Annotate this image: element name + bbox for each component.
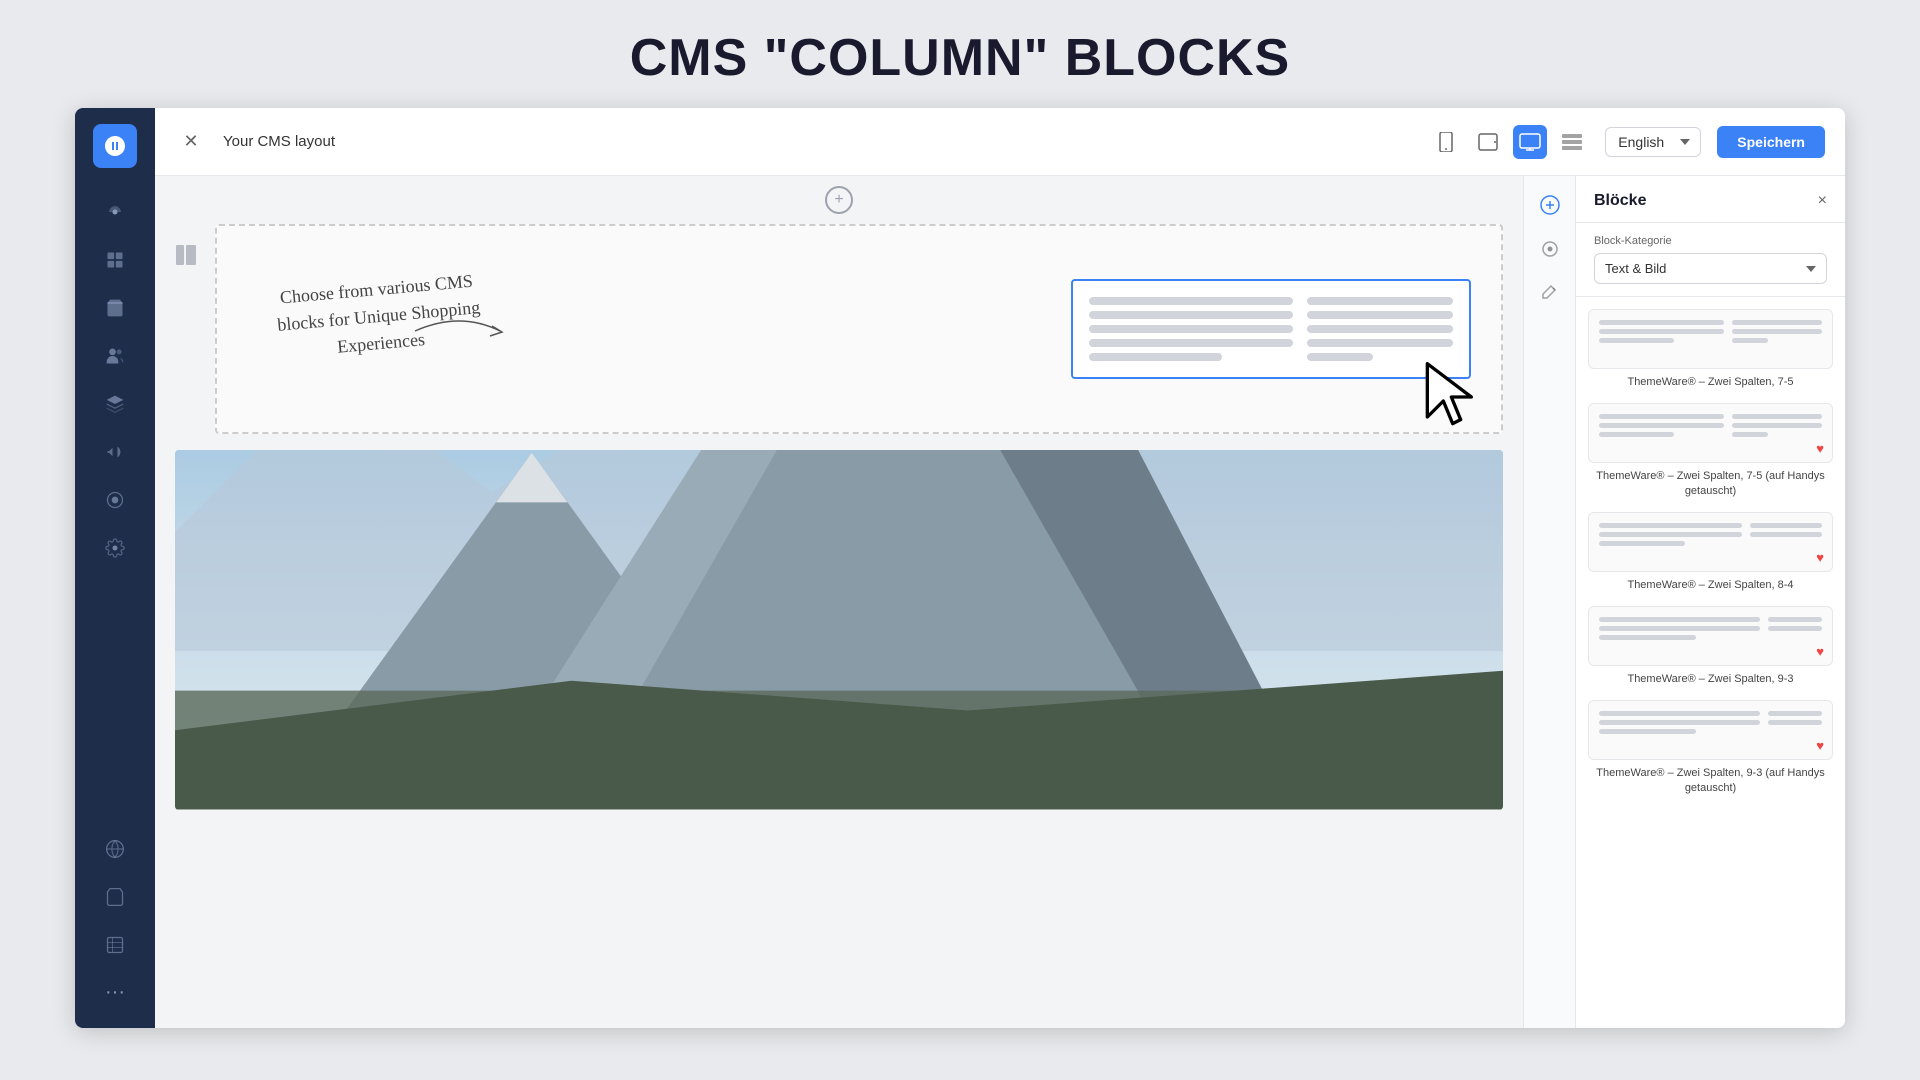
block-label: ThemeWare® – Zwei Spalten, 8-4 — [1588, 578, 1833, 592]
save-button[interactable]: Speichern — [1717, 126, 1825, 158]
panel-icons-strip — [1523, 176, 1575, 1028]
block-preview[interactable]: ♥ — [1588, 606, 1833, 666]
block-preview[interactable]: ♥ — [1588, 403, 1833, 463]
blocks-panel: Blöcke × Block-Kategorie Text & Bild Tex… — [1575, 176, 1845, 1028]
settings-icon[interactable] — [95, 528, 135, 568]
block-col-3 — [1768, 617, 1822, 640]
preview-line — [1307, 311, 1453, 319]
editor-body: + Choose from var — [155, 176, 1845, 1028]
block-col-3 — [1768, 711, 1822, 734]
mobile-view-icon[interactable] — [1429, 125, 1463, 159]
cms-container: ··· ✕ Your CMS layout — [75, 108, 1845, 1028]
close-button[interactable]: ✕ — [175, 126, 207, 158]
preview-line-short — [1089, 353, 1222, 361]
sidebar: ··· — [75, 108, 155, 1028]
block-col-5 — [1732, 320, 1822, 343]
megaphone-icon[interactable] — [95, 432, 135, 472]
topbar: ✕ Your CMS layout English Deutsch — [155, 108, 1845, 176]
cursor-icon — [1419, 357, 1489, 437]
block-item-9-3: ♥ ThemeWare® – Zwei Spalten, 9-3 — [1588, 606, 1833, 686]
block-col-9 — [1599, 711, 1760, 734]
page-title-area: CMS "COLUMN" BLOCKS — [0, 0, 1920, 108]
block-item-9-3-handy: ♥ ThemeWare® – Zwei Spalten, 9-3 (auf Ha… — [1588, 700, 1833, 795]
block-preview[interactable] — [1588, 309, 1833, 369]
shopping-icon[interactable] — [95, 288, 135, 328]
plugin-icon[interactable] — [95, 480, 135, 520]
column-layout-selector[interactable] — [175, 224, 207, 446]
mountain-image-block — [175, 450, 1503, 810]
block-item-8-4: ♥ ThemeWare® – Zwei Spalten, 8-4 — [1588, 512, 1833, 592]
list-view-icon[interactable] — [1555, 125, 1589, 159]
preview-line — [1089, 311, 1293, 319]
block-preview[interactable]: ♥ — [1588, 512, 1833, 572]
view-icons — [1429, 125, 1589, 159]
canvas-content: Choose from various CMSblocks for Unique… — [155, 224, 1523, 1028]
preview-line — [1089, 297, 1293, 305]
cart-icon[interactable] — [95, 877, 135, 917]
pages-icon[interactable] — [95, 240, 135, 280]
preview-line-shorter — [1307, 353, 1373, 361]
preview-col-left — [1089, 297, 1293, 361]
blocks-panel-header: Blöcke × — [1576, 176, 1845, 223]
add-row-area: + — [155, 176, 1523, 224]
page-title: CMS "COLUMN" BLOCKS — [0, 28, 1920, 88]
handwriting-annotation: Choose from various CMSblocks for Unique… — [277, 276, 480, 357]
block-col-7 — [1599, 320, 1724, 343]
block-col-5 — [1732, 414, 1822, 437]
preview-line — [1089, 325, 1293, 333]
dashboard-icon[interactable] — [95, 192, 135, 232]
heart-icon[interactable]: ♥ — [1816, 441, 1824, 456]
blocks-category: Block-Kategorie Text & Bild Text Bilder — [1576, 223, 1845, 297]
preview-line — [1307, 297, 1453, 305]
add-block-button[interactable]: + — [825, 186, 853, 214]
layout-title: Your CMS layout — [223, 133, 335, 150]
tablet-view-icon[interactable] — [1471, 125, 1505, 159]
block-item-7-5: ThemeWare® – Zwei Spalten, 7-5 — [1588, 309, 1833, 389]
block-label: ThemeWare® – Zwei Spalten, 9-3 (auf Hand… — [1588, 766, 1833, 795]
heart-icon[interactable]: ♥ — [1816, 644, 1824, 659]
category-label: Block-Kategorie — [1594, 235, 1827, 247]
globe-icon[interactable] — [95, 829, 135, 869]
heart-icon[interactable]: ♥ — [1816, 738, 1824, 753]
heart-icon[interactable]: ♥ — [1816, 550, 1824, 565]
preview-line — [1089, 339, 1293, 347]
language-select[interactable]: English Deutsch Français — [1605, 127, 1701, 157]
block-col-7 — [1599, 414, 1724, 437]
block-preview[interactable]: ♥ — [1588, 700, 1833, 760]
arrow-svg — [410, 306, 510, 356]
block-label: ThemeWare® – Zwei Spalten, 7-5 — [1588, 375, 1833, 389]
block-label: ThemeWare® – Zwei Spalten, 9-3 — [1588, 672, 1833, 686]
blocks-panel-title: Blöcke — [1594, 192, 1646, 210]
cms-block-dashed: Choose from various CMSblocks for Unique… — [215, 224, 1503, 434]
main-area: ✕ Your CMS layout English Deutsch — [155, 108, 1845, 1028]
blocks-panel-close-button[interactable]: × — [1818, 192, 1827, 210]
block-item-7-5-handy: ♥ ThemeWare® – Zwei Spalten, 7-5 (auf Ha… — [1588, 403, 1833, 498]
users-icon[interactable] — [95, 336, 135, 376]
blocks-list: ThemeWare® – Zwei Spalten, 7-5 — [1576, 297, 1845, 1028]
preview-col-right — [1307, 297, 1453, 361]
layers-icon[interactable] — [95, 384, 135, 424]
preview-line — [1307, 325, 1453, 333]
sidebar-logo[interactable] — [93, 124, 137, 168]
desktop-view-icon[interactable] — [1513, 125, 1547, 159]
add-block-panel-icon[interactable] — [1533, 188, 1567, 222]
edit-panel-icon[interactable] — [1533, 276, 1567, 310]
settings-panel-icon[interactable] — [1533, 232, 1567, 266]
preview-line — [1307, 339, 1453, 347]
category-select[interactable]: Text & Bild Text Bilder — [1594, 253, 1827, 284]
block-col-8 — [1599, 523, 1742, 546]
table-icon[interactable] — [95, 925, 135, 965]
block-col-4 — [1750, 523, 1822, 546]
more-icon[interactable]: ··· — [105, 973, 125, 1012]
mountain-svg — [175, 450, 1503, 810]
block-col-9 — [1599, 617, 1760, 640]
canvas-area: + Choose from var — [155, 176, 1523, 1028]
block-label: ThemeWare® – Zwei Spalten, 7-5 (auf Hand… — [1588, 469, 1833, 498]
preview-block-card[interactable] — [1071, 279, 1471, 379]
